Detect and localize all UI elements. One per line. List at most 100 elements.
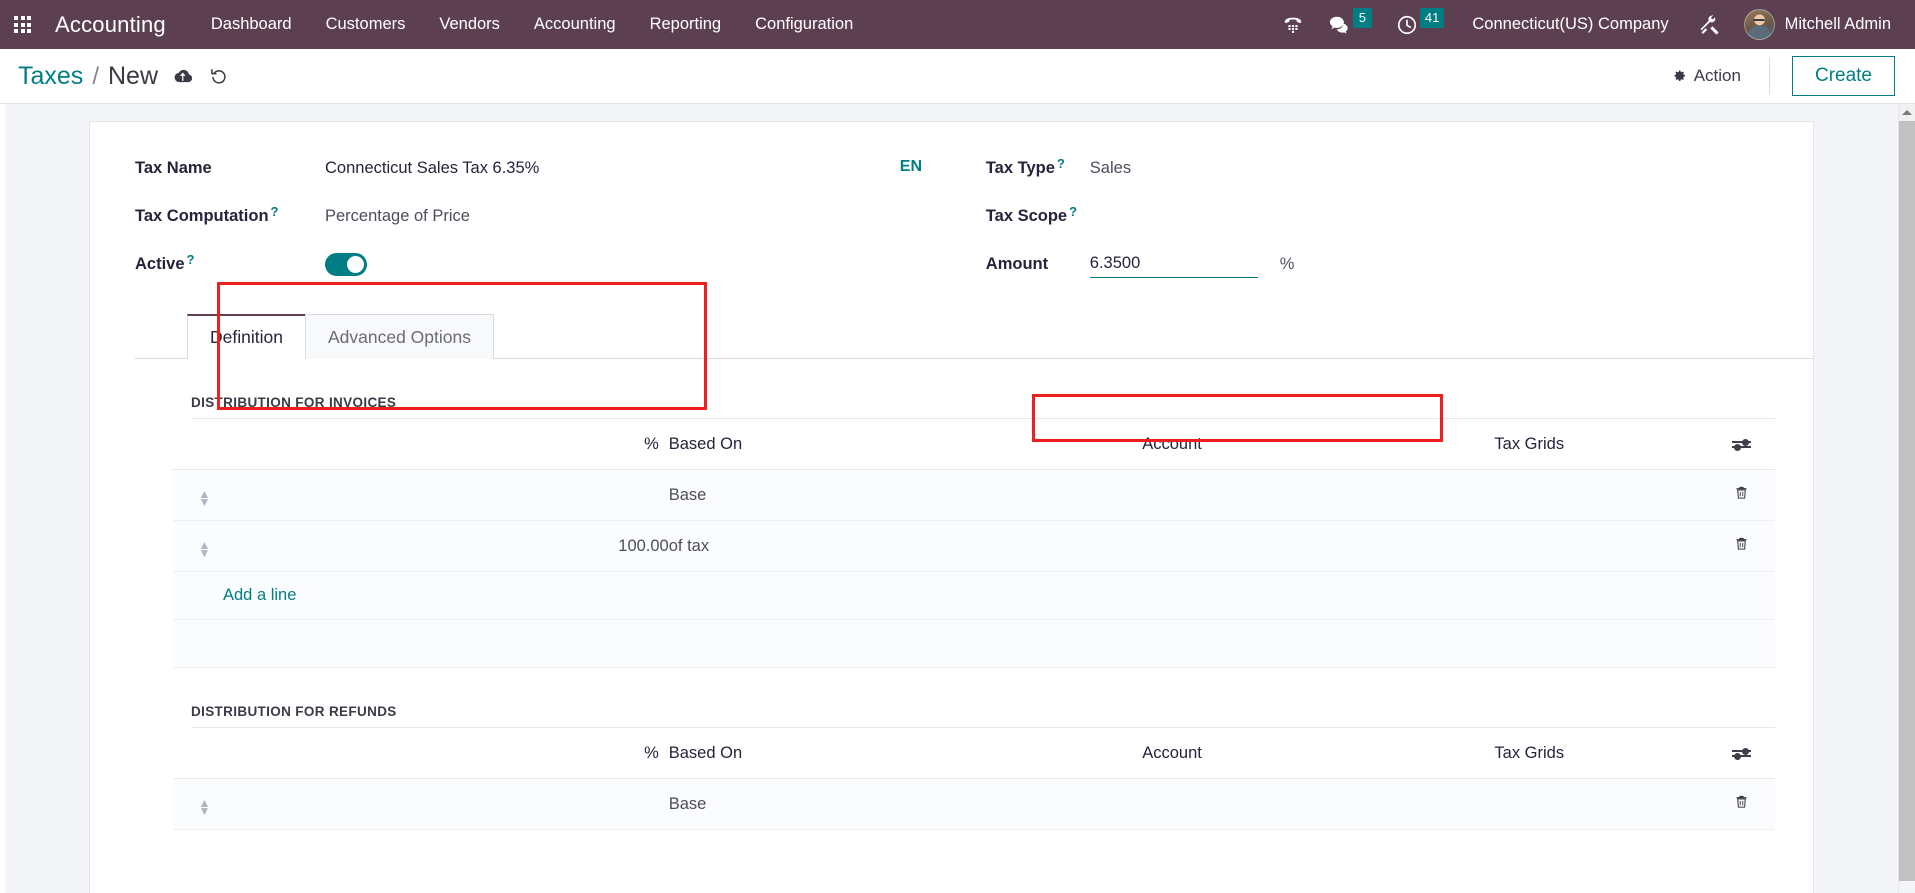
- wrench-screwdriver-icon: [1700, 14, 1719, 35]
- trash-icon[interactable]: [1734, 793, 1749, 815]
- invoices-col-tax-grids: Tax Grids: [1350, 419, 1708, 470]
- active-toggle[interactable]: [325, 252, 367, 276]
- row-tax-grids[interactable]: [1350, 520, 1708, 572]
- field-row-tax-scope: Tax Scope ?: [986, 192, 1813, 240]
- content-area: Tax Name Connecticut Sales Tax 6.35% Tax…: [0, 104, 1915, 893]
- user-menu[interactable]: Mitchell Admin: [1734, 0, 1905, 49]
- row-tax-grids[interactable]: [1350, 778, 1708, 830]
- control-panel: Taxes / New Action Create: [0, 49, 1915, 104]
- activities-button[interactable]: 41: [1384, 0, 1456, 49]
- help-icon-active[interactable]: ?: [187, 252, 195, 267]
- tax-name-label: Tax Name: [135, 158, 212, 177]
- tax-type-value[interactable]: Sales: [1090, 159, 1131, 178]
- refunds-table-head: % Based On Account Tax Grids: [173, 728, 1775, 779]
- refunds-section-title: DISTRIBUTION FOR REFUNDS: [191, 704, 397, 719]
- amount-label: Amount: [985, 254, 1049, 273]
- row-tax-grids[interactable]: [1350, 469, 1708, 521]
- row-percent[interactable]: 100.00: [235, 520, 669, 572]
- nav-item-accounting[interactable]: Accounting: [517, 0, 633, 49]
- drag-handle-icon[interactable]: ▲ ▼: [198, 797, 210, 816]
- row-drag-cell[interactable]: ▲ ▼: [173, 469, 236, 521]
- scroll-up-arrow-icon[interactable]: [1899, 104, 1915, 121]
- gear-icon: [1674, 70, 1685, 81]
- field-row-tax-name: Tax Name Connecticut Sales Tax 6.35%: [135, 144, 900, 192]
- field-row-amount: Amount %: [986, 240, 1813, 288]
- nav-item-dashboard[interactable]: Dashboard: [194, 0, 309, 49]
- tax-computation-value[interactable]: Percentage of Price: [325, 207, 470, 226]
- company-switcher[interactable]: Connecticut(US) Company: [1456, 0, 1684, 49]
- row-based-on[interactable]: Base: [668, 778, 994, 830]
- invoices-optional-columns-toggle[interactable]: [1707, 419, 1775, 470]
- nav-item-customers[interactable]: Customers: [309, 0, 423, 49]
- tax-scope-label-text: Tax Scope: [985, 206, 1068, 225]
- help-icon-tax-type[interactable]: ?: [1057, 156, 1065, 171]
- vertical-scrollbar[interactable]: [1898, 104, 1915, 893]
- voip-button[interactable]: [1270, 0, 1316, 49]
- apps-grid-icon: [14, 16, 31, 33]
- table-row[interactable]: ▲ ▼ 100.00 of tax: [173, 520, 1775, 572]
- row-account[interactable]: [993, 469, 1351, 521]
- add-a-line-link[interactable]: Add a line: [173, 586, 296, 604]
- breadcrumb: Taxes / New: [18, 62, 158, 91]
- tab-advanced-options[interactable]: Advanced Options: [304, 314, 494, 359]
- table-row[interactable]: ▲ ▼ Base: [173, 778, 1775, 830]
- tax-form-sheet: Tax Name Connecticut Sales Tax 6.35% Tax…: [89, 121, 1814, 893]
- activities-badge: 41: [1419, 7, 1445, 28]
- undo-icon[interactable]: [209, 67, 228, 85]
- action-button[interactable]: Action: [1661, 60, 1763, 92]
- row-percent[interactable]: [235, 778, 669, 830]
- breadcrumb-taxes[interactable]: Taxes: [18, 62, 83, 91]
- apps-menu-button[interactable]: [0, 0, 41, 49]
- invoices-header-row: % Based On Account Tax Grids: [173, 419, 1775, 470]
- invoices-col-account: Account: [993, 419, 1351, 470]
- translation-language-tag[interactable]: EN: [900, 144, 986, 176]
- top-navbar: Accounting Dashboard Customers Vendors A…: [0, 0, 1915, 49]
- invoices-table-filler-row: [173, 619, 1775, 668]
- create-button[interactable]: Create: [1791, 55, 1895, 97]
- row-drag-cell[interactable]: ▲ ▼: [173, 520, 236, 572]
- cloud-upload-icon[interactable]: [172, 68, 193, 84]
- messages-button[interactable]: 5: [1316, 0, 1384, 49]
- help-icon-tax-scope[interactable]: ?: [1069, 204, 1077, 219]
- tax-computation-label-text: Tax Computation: [135, 206, 269, 225]
- row-account[interactable]: [993, 778, 1351, 830]
- trash-icon[interactable]: [1734, 535, 1749, 557]
- row-percent[interactable]: [235, 469, 669, 521]
- drag-handle-icon[interactable]: ▲ ▼: [198, 539, 210, 558]
- tab-definition[interactable]: Definition: [187, 314, 306, 359]
- user-name-label: Mitchell Admin: [1784, 15, 1891, 33]
- row-delete-cell[interactable]: [1707, 778, 1775, 830]
- record-save-discard-group: [172, 67, 228, 85]
- navbar-right-group: 5 41 Connecticut(US) Company Mitchell Ad…: [1270, 0, 1915, 49]
- row-account[interactable]: [993, 520, 1351, 572]
- trash-icon[interactable]: [1734, 484, 1749, 506]
- form-scroll-region[interactable]: Tax Name Connecticut Sales Tax 6.35% Tax…: [5, 104, 1898, 893]
- amount-input[interactable]: [1089, 250, 1258, 278]
- drag-handle-icon[interactable]: ▲ ▼: [198, 488, 210, 507]
- row-delete-cell[interactable]: [1707, 469, 1775, 521]
- right-field-stack: Tax Type ? Sales Tax Scope ? Amount 6.35…: [986, 144, 1813, 288]
- chat-bubble-icon: [1329, 16, 1348, 33]
- refunds-col-handle: [173, 728, 236, 779]
- invoices-section-title: DISTRIBUTION FOR INVOICES: [191, 395, 397, 410]
- distribution-for-refunds-section: DISTRIBUTION FOR REFUNDS % Based On Acco…: [135, 668, 1813, 830]
- refunds-table-body: ▲ ▼ Base: [173, 778, 1775, 830]
- refunds-col-account: Account: [993, 728, 1351, 779]
- form-column-left: Tax Name Connecticut Sales Tax 6.35% Tax…: [90, 144, 900, 288]
- field-row-tax-type: Tax Type ? Sales: [986, 144, 1813, 192]
- tax-name-value[interactable]: Connecticut Sales Tax 6.35%: [325, 159, 539, 178]
- app-brand-accounting[interactable]: Accounting: [41, 12, 172, 38]
- nav-item-vendors[interactable]: Vendors: [422, 0, 517, 49]
- row-delete-cell[interactable]: [1707, 520, 1775, 572]
- help-icon-tax-computation[interactable]: ?: [271, 204, 279, 219]
- row-based-on[interactable]: Base: [668, 469, 994, 521]
- control-panel-buttons: Action Create: [1661, 55, 1895, 97]
- row-drag-cell[interactable]: ▲ ▼: [173, 778, 236, 830]
- table-row[interactable]: ▲ ▼ Base: [173, 469, 1775, 521]
- nav-item-configuration[interactable]: Configuration: [738, 0, 870, 49]
- scrollbar-thumb[interactable]: [1899, 121, 1915, 881]
- developer-tools-button[interactable]: [1685, 0, 1734, 49]
- nav-item-reporting[interactable]: Reporting: [633, 0, 739, 49]
- row-based-on[interactable]: of tax: [668, 520, 994, 572]
- refunds-optional-columns-toggle[interactable]: [1707, 728, 1775, 779]
